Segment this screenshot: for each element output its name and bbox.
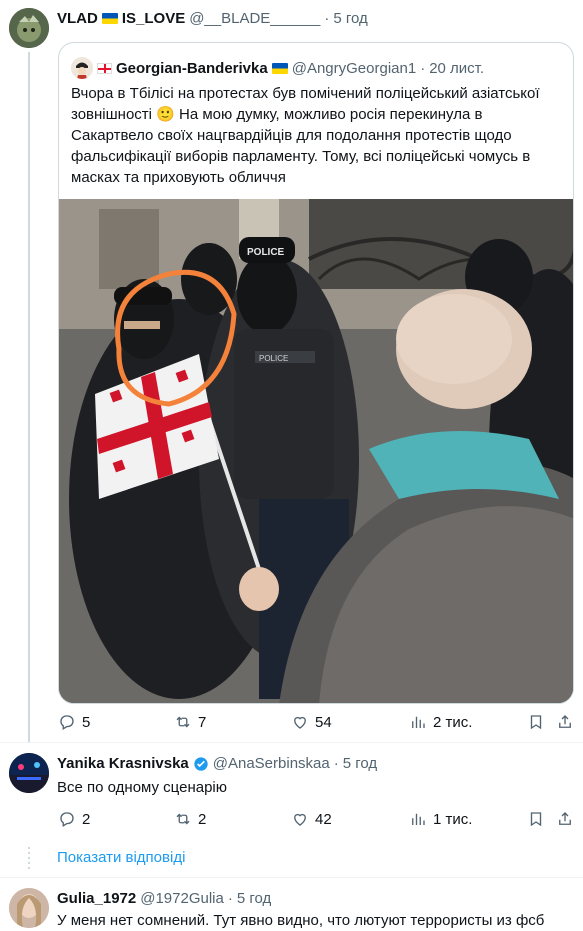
quoted-tweet[interactable]: Georgian-Banderivka @AngryGeorgian1 · 20…	[58, 42, 574, 704]
avatar[interactable]	[9, 8, 49, 48]
bookmark-button[interactable]	[527, 713, 545, 731]
views-button[interactable]: 1 тис.	[409, 810, 472, 828]
avatar[interactable]	[9, 888, 49, 928]
reply-text: Все по одному сценарію	[57, 779, 228, 796]
display-name[interactable]: Yanika Krasnivska	[57, 755, 189, 772]
display-name-suffix[interactable]: IS_LOVE	[122, 10, 185, 27]
like-count: 42	[315, 810, 332, 828]
repost-count: 7	[198, 713, 207, 731]
bookmark-icon	[530, 715, 542, 730]
show-replies-link[interactable]: Показати відповіді	[57, 849, 185, 866]
views-count: 1 тис.	[433, 810, 473, 828]
timestamp[interactable]: 5 год	[343, 755, 377, 772]
avatar	[71, 57, 93, 79]
police-cap-label: POLICE	[247, 247, 285, 258]
handle[interactable]: @AnaSerbinskaa	[213, 755, 330, 772]
repost-icon	[176, 716, 190, 728]
reply-count: 5	[82, 713, 91, 731]
share-icon	[559, 715, 571, 728]
share-button[interactable]	[556, 810, 574, 828]
heart-icon	[294, 716, 306, 729]
repost-button[interactable]: 2	[174, 810, 206, 828]
quoted-tweet-text: Вчора в Тбілісі на протестах був помічен…	[71, 85, 540, 186]
reply-text: У меня нет сомнений. Тут явно видно, что…	[57, 912, 545, 929]
police-badge-label: POLICE	[259, 354, 288, 363]
reply-button[interactable]: 5	[58, 713, 90, 731]
handle[interactable]: @__BLADE______	[189, 10, 320, 27]
georgia-flag-icon	[97, 62, 112, 74]
tweet-photo[interactable]: POLICE POLICE	[59, 199, 573, 703]
reply-tweet[interactable]: Yanika Krasnivska @AnaSerbinskaa · 5 год…	[0, 743, 583, 841]
thread-line	[28, 52, 30, 742]
repost-icon	[176, 813, 190, 825]
bookmark-button[interactable]	[527, 810, 545, 828]
views-icon	[412, 813, 425, 825]
views-icon	[412, 716, 425, 728]
bookmark-icon	[530, 812, 542, 827]
like-button[interactable]: 54	[291, 713, 332, 731]
repost-count: 2	[198, 810, 207, 828]
heart-icon	[294, 813, 306, 826]
avatar[interactable]	[9, 753, 49, 793]
ukraine-flag-icon	[271, 62, 288, 74]
like-button[interactable]: 42	[291, 810, 332, 828]
timestamp[interactable]: 5 год	[237, 890, 271, 907]
reply-icon	[60, 812, 74, 827]
reply-button[interactable]: 2	[58, 810, 90, 828]
timestamp[interactable]: 5 год	[333, 10, 367, 27]
quoted-handle[interactable]: @AngryGeorgian1	[292, 60, 416, 77]
reply-icon	[60, 715, 74, 730]
reply-tweet[interactable]: Gulia_1972 @1972Gulia · 5 год У меня нет…	[0, 878, 583, 931]
like-count: 54	[315, 713, 332, 731]
ukraine-flag-icon	[101, 13, 118, 24]
thread-dots	[28, 847, 30, 869]
share-button[interactable]	[556, 713, 574, 731]
reply-count: 2	[82, 810, 91, 828]
repost-button[interactable]: 7	[174, 713, 206, 731]
quoted-display-name[interactable]: Georgian-Banderivka	[116, 60, 268, 77]
share-icon	[559, 812, 571, 825]
main-tweet[interactable]: VLAD IS_LOVE @__BLADE______ · 5 год Geor…	[0, 0, 583, 742]
display-name[interactable]: Gulia_1972	[57, 890, 136, 907]
display-name[interactable]: VLAD	[57, 10, 98, 27]
handle[interactable]: @1972Gulia	[140, 890, 224, 907]
quoted-timestamp[interactable]: 20 лист.	[429, 60, 484, 77]
verified-badge-icon	[194, 756, 208, 771]
views-button[interactable]: 2 тис.	[409, 713, 472, 731]
views-count: 2 тис.	[433, 713, 473, 731]
